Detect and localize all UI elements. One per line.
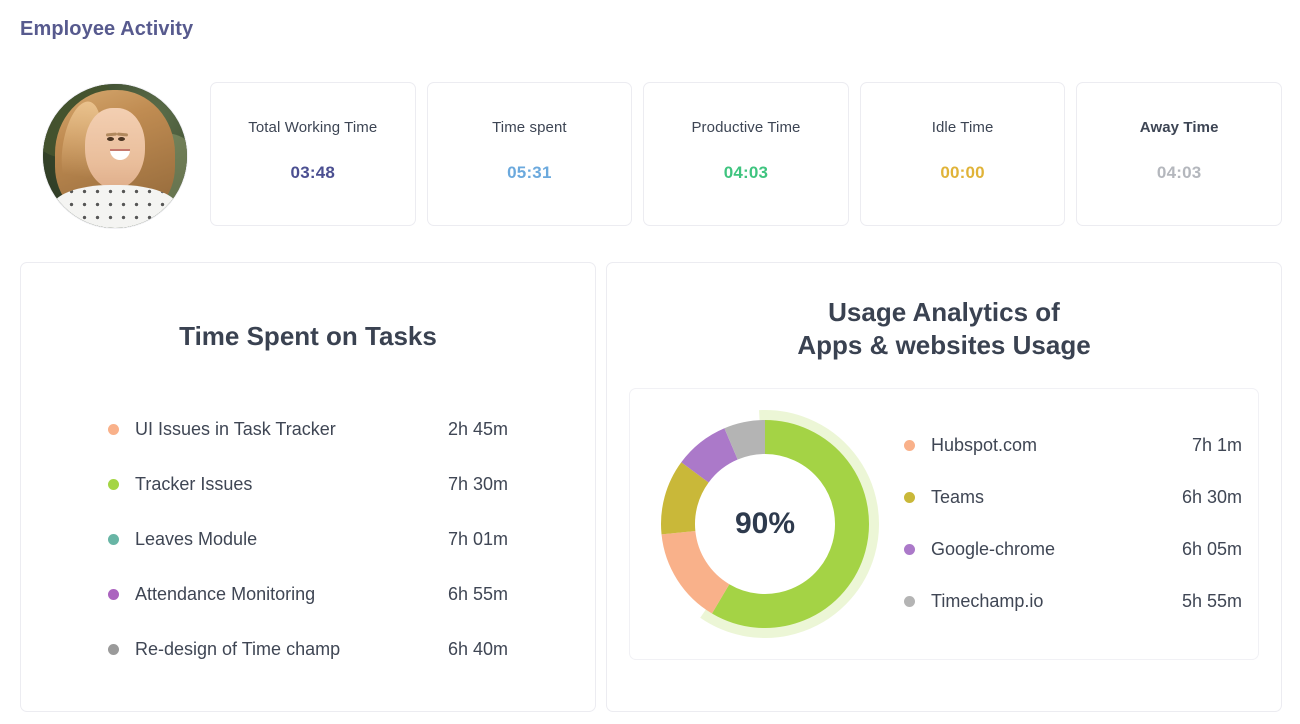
task-color-dot-icon — [108, 479, 119, 491]
task-color-dot-icon — [108, 534, 119, 546]
task-time: 6h 40m — [447, 639, 508, 660]
task-name: Attendance Monitoring — [135, 584, 316, 605]
task-row[interactable]: Re-design of Time champ 6h 40m — [108, 622, 508, 677]
task-row[interactable]: Leaves Module 7h 01m — [108, 512, 508, 567]
legend-color-dot-icon — [904, 440, 915, 452]
legend-name: Timechamp.io — [931, 591, 1044, 612]
task-name: Re-design of Time champ — [135, 639, 341, 660]
legend-row[interactable]: Teams 6h 30m — [904, 472, 1242, 524]
task-name: Leaves Module — [135, 529, 258, 550]
tasks-panel-title: Time Spent on Tasks — [179, 321, 437, 351]
usage-analytics-panel: Usage Analytics of Apps & websites Usage… — [606, 262, 1282, 712]
avatar-polka-dots — [51, 184, 179, 228]
usage-panel-title-line1: Usage Analytics of — [828, 297, 1060, 327]
legend-row[interactable]: Hubspot.com 7h 1m — [904, 420, 1242, 472]
stat-card[interactable]: Away Time 04:03 — [1076, 82, 1282, 226]
legend-time: 6h 05m — [1181, 539, 1242, 560]
stat-card-label: Idle Time — [931, 119, 994, 136]
legend-color-dot-icon — [904, 492, 915, 504]
task-row[interactable]: Attendance Monitoring 6h 55m — [108, 567, 508, 622]
legend-row[interactable]: Timechamp.io 5h 55m — [904, 576, 1242, 628]
avatar-clothing — [51, 184, 179, 228]
donut-slice[interactable] — [724, 419, 766, 460]
task-time: 2h 45m — [447, 419, 508, 440]
legend-name: Google-chrome — [931, 539, 1056, 560]
donut-slice[interactable] — [712, 419, 869, 628]
donut-slice[interactable] — [661, 529, 730, 614]
legend-row[interactable]: Google-chrome 6h 05m — [904, 524, 1242, 576]
stat-card-value: 03:48 — [290, 163, 336, 182]
task-name: Tracker Issues — [135, 474, 253, 495]
stat-cards: Total Working Time 03:48 Time spent 05:31 Pr… — [210, 82, 1282, 226]
avatar-eye-right — [118, 136, 125, 141]
stat-card[interactable]: Productive Time 04:03 — [643, 82, 849, 226]
summary-row: Total Working Time 03:48 Time spent 05:31 Pr… — [20, 82, 1282, 230]
time-spent-on-tasks-panel: Time Spent on Tasks UI Issues in Task Tr… — [20, 262, 596, 712]
task-list: UI Issues in Task Tracker 2h 45m Tracker I… — [108, 402, 508, 677]
stat-card-label: Productive Time — [691, 119, 801, 136]
stat-card-label: Total Working Time — [248, 119, 378, 136]
donut-chart-wrapper: 90% — [630, 399, 900, 649]
avatar-smile — [110, 148, 131, 160]
employee-activity-dashboard: Employee Activity Total Working Time 03:… — [0, 0, 1300, 724]
task-name: UI Issues in Task Tracker — [135, 419, 336, 440]
task-row[interactable]: UI Issues in Task Tracker 2h 45m — [108, 402, 508, 457]
stat-card-label: Away Time — [1139, 119, 1219, 136]
stat-card[interactable]: Idle Time 00:00 — [859, 82, 1066, 226]
legend-color-dot-icon — [904, 544, 915, 556]
usage-donut-card: 90% Hubspot.com 7h 1m Teams 6h 30m Google-ch… — [629, 387, 1259, 660]
legend-color-dot-icon — [904, 596, 915, 608]
task-color-dot-icon — [108, 589, 119, 601]
stat-card[interactable]: Time spent 05:31 — [426, 82, 633, 226]
avatar-face — [84, 108, 146, 190]
task-color-dot-icon — [108, 644, 119, 656]
donut-slice[interactable] — [681, 427, 739, 483]
usage-legend: Hubspot.com 7h 1m Teams 6h 30m Google-chrome… — [900, 420, 1258, 628]
legend-time: 7h 1m — [1191, 435, 1242, 456]
stat-card-label: Time spent — [492, 119, 567, 136]
task-time: 7h 01m — [447, 529, 508, 550]
legend-time: 5h 55m — [1181, 591, 1242, 612]
donut-chart[interactable] — [640, 399, 890, 649]
stat-card-value: 04:03 — [1156, 163, 1202, 182]
panels-row: Time Spent on Tasks UI Issues in Task Tr… — [20, 262, 1282, 712]
legend-time: 6h 30m — [1181, 487, 1242, 508]
stat-card-value: 04:03 — [723, 163, 769, 182]
stat-card-value: 00:00 — [940, 163, 985, 182]
donut-slice[interactable] — [661, 461, 710, 534]
avatar-wrapper — [20, 82, 210, 230]
task-color-dot-icon — [108, 424, 119, 436]
avatar[interactable] — [43, 84, 187, 228]
usage-panel-title: Usage Analytics of Apps & websites Usage — [607, 296, 1281, 363]
page-title: Employee Activity — [20, 18, 194, 40]
legend-name: Teams — [931, 487, 985, 508]
legend-name: Hubspot.com — [931, 435, 1038, 456]
task-time: 7h 30m — [447, 474, 508, 495]
stat-card-value: 05:31 — [507, 163, 552, 182]
avatar-eye-left — [107, 136, 115, 141]
task-row[interactable]: Tracker Issues 7h 30m — [108, 457, 508, 512]
task-time: 6h 55m — [447, 584, 508, 605]
usage-panel-title-line2: Apps & websites Usage — [797, 330, 1091, 361]
stat-card[interactable]: Total Working Time 03:48 — [210, 82, 416, 226]
